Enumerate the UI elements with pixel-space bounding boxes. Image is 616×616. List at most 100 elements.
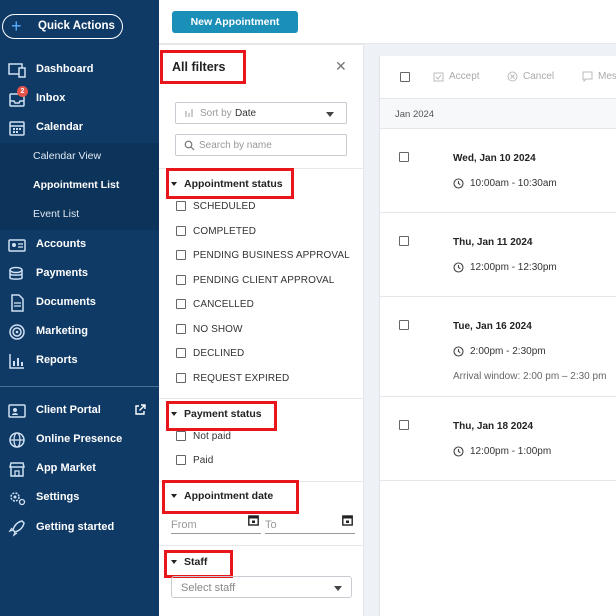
checkbox[interactable]	[176, 201, 186, 211]
message-icon	[582, 71, 593, 82]
option-label: COMPLETED	[193, 225, 257, 237]
status-option-pending-business[interactable]: PENDING BUSINESS APPROVAL	[176, 247, 350, 263]
sidebar-item-accounts[interactable]: Accounts	[0, 233, 159, 257]
sidebar-item-app-market[interactable]: App Market	[0, 457, 159, 481]
quick-actions-button[interactable]: + Quick Actions	[2, 14, 123, 39]
sidebar-item-documents[interactable]: Documents	[0, 291, 159, 315]
staff-header[interactable]: Staff	[171, 556, 207, 568]
month-label: Jan 2024	[395, 109, 435, 120]
sidebar-subitem-appointment-list[interactable]: Appointment List	[0, 174, 159, 198]
arrival-window: Arrival window: 2:00 pm – 2:30 pm	[453, 371, 607, 382]
list-toolbar: Accept Cancel Mes	[380, 56, 616, 99]
cancel-icon	[507, 71, 518, 82]
calendar-icon	[9, 121, 25, 136]
checkbox[interactable]	[176, 275, 186, 285]
sort-icon	[185, 109, 193, 117]
sidebar-item-label: Online Presence	[36, 433, 123, 445]
checkbox[interactable]	[176, 299, 186, 309]
sidebar-item-marketing[interactable]: Marketing	[0, 320, 159, 344]
sidebar-item-label: Reports	[36, 354, 78, 366]
appointment-list-area: Accept Cancel Mes Jan 2024 Wed, Jan 10 2…	[364, 44, 616, 616]
new-appointment-button[interactable]: New Appointment	[172, 11, 298, 33]
message-button[interactable]: Mes	[582, 71, 616, 82]
sidebar-item-reports[interactable]: Reports	[0, 349, 159, 373]
status-option-completed[interactable]: COMPLETED	[176, 223, 256, 239]
appointment-row[interactable]: Tue, Jan 16 2024 2:00pm - 2:30pm Arrival…	[380, 297, 616, 397]
dashboard-icon	[8, 63, 26, 78]
appointment-time: 10:00am - 10:30am	[453, 178, 557, 189]
appointment-time: 12:00pm - 1:00pm	[453, 446, 551, 457]
payment-option-paid[interactable]: Paid	[176, 452, 213, 468]
external-link-icon[interactable]	[134, 404, 146, 416]
top-bar: New Appointment	[159, 0, 616, 44]
chevron-down-icon	[334, 586, 342, 591]
appointment-date: Thu, Jan 18 2024	[453, 421, 534, 432]
cancel-button[interactable]: Cancel	[507, 71, 554, 82]
status-option-pending-client[interactable]: PENDING CLIENT APPROVAL	[176, 272, 334, 288]
option-label: DECLINED	[193, 347, 245, 359]
clock-icon	[453, 262, 464, 273]
appointment-status-header[interactable]: Appointment status	[171, 178, 283, 190]
checkbox[interactable]	[176, 348, 186, 358]
checkbox[interactable]	[176, 373, 186, 383]
sidebar-item-online-presence[interactable]: Online Presence	[0, 428, 159, 452]
appointment-row[interactable]: Thu, Jan 18 2024 12:00pm - 1:00pm	[380, 397, 616, 481]
sort-select[interactable]: Sort by Date	[175, 102, 347, 124]
appointment-row[interactable]: Thu, Jan 11 2024 12:00pm - 12:30pm	[380, 213, 616, 297]
checkbox[interactable]	[399, 320, 409, 330]
divider	[159, 545, 364, 546]
sidebar-item-payments[interactable]: Payments	[0, 262, 159, 286]
appointment-date: Tue, Jan 16 2024	[453, 321, 532, 332]
status-option-request-expired[interactable]: REQUEST EXPIRED	[176, 370, 289, 386]
option-label: Not paid	[193, 430, 232, 442]
payment-option-not-paid[interactable]: Not paid	[176, 428, 231, 444]
staff-select[interactable]: Select staff	[171, 576, 352, 598]
checkbox[interactable]	[176, 431, 186, 441]
message-label: Mes	[598, 71, 616, 82]
sidebar-item-label: Client Portal	[36, 404, 101, 416]
sidebar-item-getting-started[interactable]: Getting started	[0, 516, 159, 540]
checkbox[interactable]	[176, 455, 186, 465]
status-option-no-show[interactable]: NO SHOW	[176, 321, 243, 337]
appointment-row[interactable]: Wed, Jan 10 2024 10:00am - 10:30am	[380, 129, 616, 213]
search-input[interactable]	[199, 138, 339, 152]
sidebar-subitem-event-list[interactable]: Event List	[0, 203, 159, 227]
chevron-down-icon	[326, 112, 334, 117]
sidebar-item-label: Inbox	[36, 92, 66, 104]
checkbox[interactable]	[176, 226, 186, 236]
checkbox[interactable]	[399, 420, 409, 430]
sidebar-item-settings[interactable]: Settings	[0, 486, 159, 510]
section-title: Appointment status	[184, 178, 283, 190]
status-option-declined[interactable]: DECLINED	[176, 345, 244, 361]
filters-panel: All filters ✕ Sort by Date Appointment s…	[159, 44, 364, 616]
checkbox[interactable]	[176, 250, 186, 260]
status-option-scheduled[interactable]: SCHEDULED	[176, 198, 256, 214]
option-label: PENDING CLIENT APPROVAL	[193, 274, 335, 286]
sidebar-subitem-label: Event List	[33, 208, 80, 220]
calendar-check-icon	[433, 72, 444, 82]
accept-button[interactable]: Accept	[433, 71, 480, 82]
option-label: PENDING BUSINESS APPROVAL	[193, 249, 350, 261]
payments-icon	[9, 266, 23, 280]
close-icon[interactable]: ✕	[335, 58, 347, 75]
documents-icon	[11, 294, 24, 312]
date-from-field[interactable]: From	[171, 514, 261, 534]
appointment-date-header[interactable]: Appointment date	[171, 490, 273, 502]
checkbox[interactable]	[176, 324, 186, 334]
sidebar-subitem-calendar-view[interactable]: Calendar View	[0, 145, 159, 169]
date-to-field[interactable]: To	[265, 514, 355, 534]
store-icon	[9, 462, 25, 477]
sidebar-item-calendar[interactable]: Calendar	[0, 116, 159, 140]
select-all-checkbox[interactable]	[400, 72, 410, 82]
sidebar-item-label: Calendar	[36, 121, 84, 133]
payment-status-header[interactable]: Payment status	[171, 408, 262, 420]
appointment-list: Accept Cancel Mes Jan 2024 Wed, Jan 10 2…	[379, 56, 616, 616]
caret-down-icon	[171, 182, 177, 186]
checkbox[interactable]	[399, 152, 409, 162]
quick-actions-label: Quick Actions	[38, 20, 115, 32]
caret-down-icon	[171, 560, 177, 564]
checkbox[interactable]	[399, 236, 409, 246]
status-option-cancelled[interactable]: CANCELLED	[176, 296, 254, 312]
sidebar-item-dashboard[interactable]: Dashboard	[0, 58, 159, 82]
search-box	[175, 134, 347, 156]
